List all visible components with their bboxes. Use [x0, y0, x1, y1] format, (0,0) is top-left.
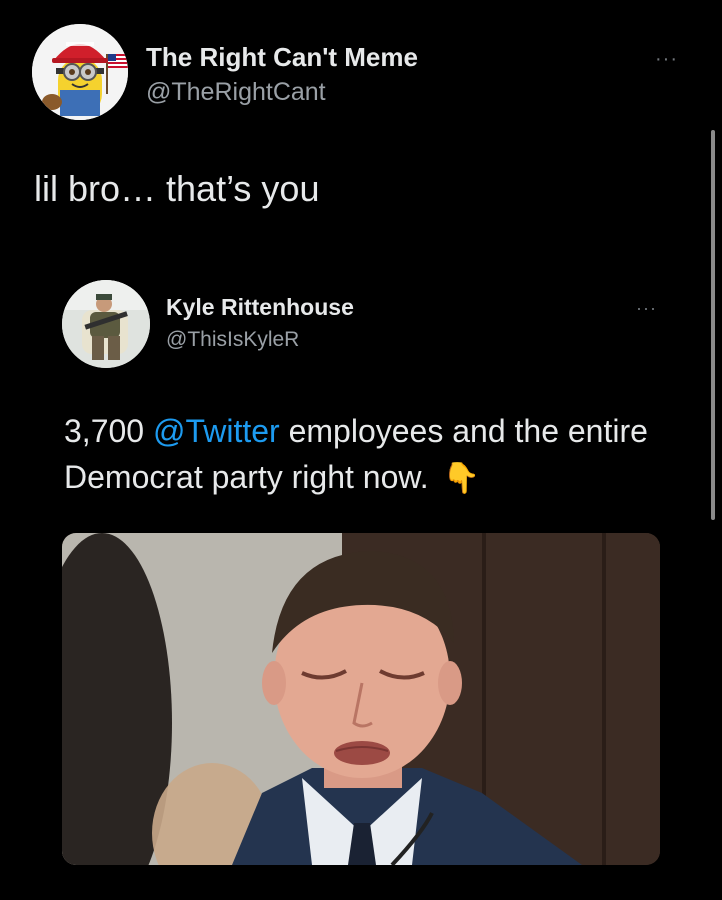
quoted-more-options-icon[interactable]: ···: [636, 298, 657, 319]
display-name[interactable]: The Right Can't Meme: [146, 42, 418, 73]
avatar[interactable]: [32, 24, 128, 120]
quoted-avatar[interactable]: [62, 280, 150, 368]
quoted-handle[interactable]: @ThisIsKyleR: [166, 328, 299, 352]
quoted-display-name[interactable]: Kyle Rittenhouse: [166, 294, 354, 321]
handle[interactable]: @TheRightCant: [146, 78, 326, 107]
crying-man-photo[interactable]: [62, 533, 660, 865]
more-options-icon[interactable]: ···: [655, 48, 678, 71]
scrollbar[interactable]: [711, 130, 715, 520]
tweet-text: lil bro… that’s you: [34, 168, 320, 209]
quoted-text-start: 3,700: [64, 413, 153, 449]
pointing-down-icon: 👇: [442, 462, 480, 495]
minion-avatar-icon: [32, 24, 128, 120]
man-seated-avatar-icon: [62, 280, 150, 368]
quoted-tweet-text: 3,700 @Twitter employees and the entire …: [64, 408, 664, 502]
photo-image: [62, 533, 660, 865]
twitter-mention-link[interactable]: @Twitter: [153, 413, 280, 449]
